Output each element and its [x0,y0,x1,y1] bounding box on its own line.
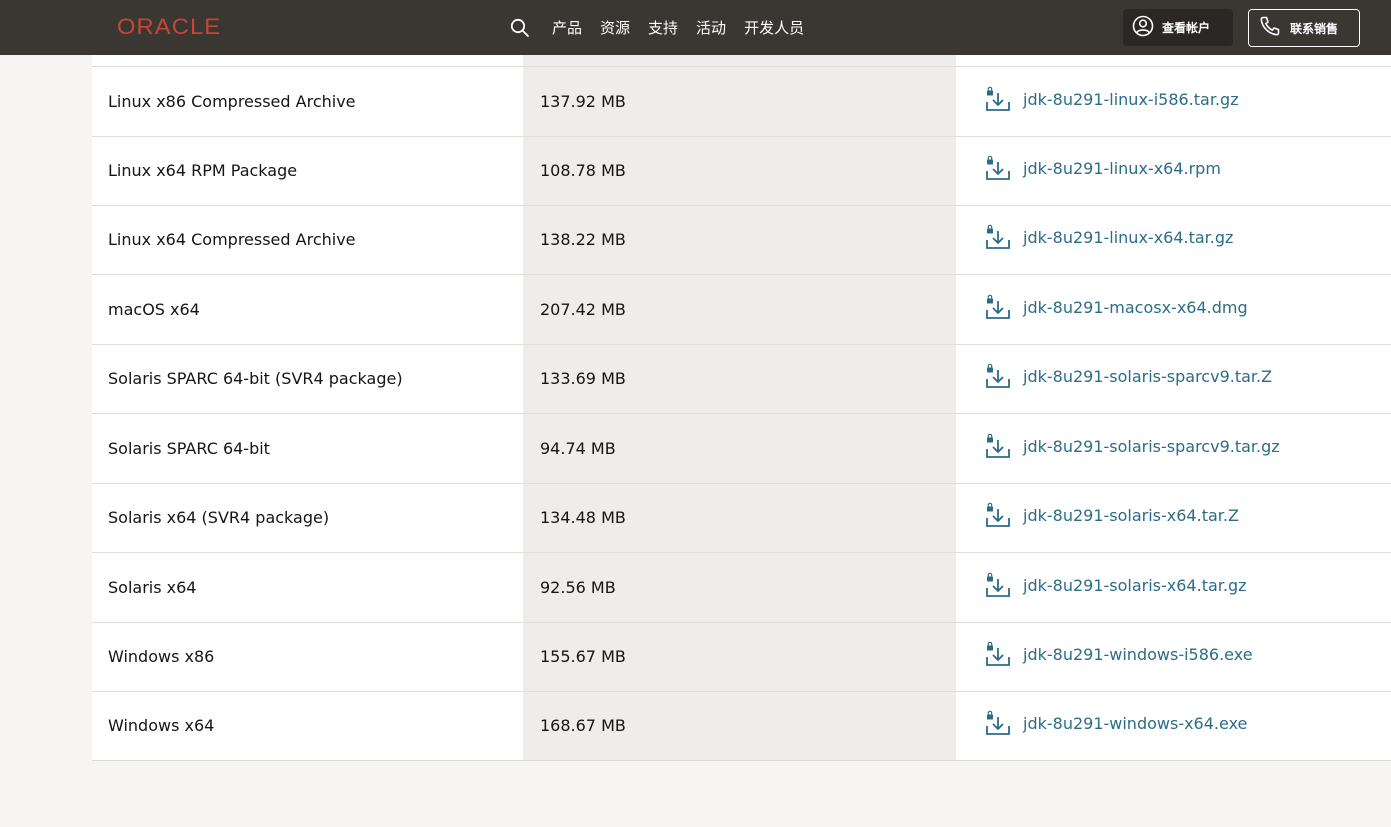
lock-download-icon [986,641,1010,666]
table-row: Solaris x64 (SVR4 package) 134.48 MB jdk… [92,483,1391,553]
download-file-name[interactable]: jdk-8u291-solaris-x64.tar.Z [1023,506,1239,525]
download-link[interactable]: jdk-8u291-linux-x64.tar.gz [984,205,1233,274]
download-link[interactable]: jdk-8u291-macosx-x64.dmg [984,275,1248,344]
product-name: Solaris x64 [108,578,197,597]
product-name: Linux x64 RPM Package [108,161,298,180]
download-link[interactable]: jdk-8u291-solaris-sparcv9.tar.gz [984,414,1280,483]
table-row: Windows x64 168.67 MB jdk-8u291-windows-… [92,691,1391,761]
lock-download-icon [986,710,1010,735]
table-row: Linux x64 RPM Package 108.78 MB jdk-8u29… [92,136,1391,206]
table-row: Linux x86 Compressed Archive 137.92 MB j… [92,67,1391,137]
contact-sales-label: 联系销售 [1290,21,1339,36]
download-link[interactable]: jdk-8u291-solaris-x64.tar.gz [984,553,1247,622]
lock-download-icon [986,224,1010,249]
product-name: Windows x86 [108,647,215,666]
nav-item-developers[interactable]: 开发人员 [744,17,804,38]
download-file-name[interactable]: jdk-8u291-windows-i586.exe [1023,645,1253,664]
file-size: 133.69 MB [540,369,626,388]
phone-icon [1258,14,1282,42]
main-nav: 产品 资源 支持 活动 开发人员 [510,0,822,55]
file-size: 155.67 MB [540,647,626,666]
table-row: Solaris x64 92.56 MB jdk-8u291-solaris-x… [92,553,1391,623]
nav-item-products[interactable]: 产品 [552,17,582,38]
download-link[interactable]: jdk-8u291-solaris-sparcv9.tar.Z [984,344,1272,413]
file-size: 137.92 MB [540,92,626,111]
file-size: 92.56 MB [540,578,616,597]
lock-download-icon [986,502,1010,527]
lock-download-icon [986,572,1010,597]
view-account-label: 查看帐户 [1162,21,1211,35]
table-row: Windows x86 155.67 MB jdk-8u291-windows-… [92,622,1391,692]
file-size: 94.74 MB [540,439,616,458]
product-name: Solaris x64 (SVR4 package) [108,508,330,527]
lock-download-icon [986,294,1010,319]
lock-download-icon [986,86,1010,111]
download-file-name[interactable]: jdk-8u291-linux-x64.tar.gz [1023,228,1233,247]
file-size: 108.78 MB [540,161,626,180]
nav-item-support[interactable]: 支持 [648,17,678,38]
user-circle-icon [1132,15,1154,41]
oracle-logo[interactable]: ORACLE [117,15,221,39]
lock-download-icon [986,433,1010,458]
download-file-name[interactable]: jdk-8u291-macosx-x64.dmg [1023,298,1248,317]
download-link[interactable]: jdk-8u291-windows-i586.exe [984,622,1253,691]
file-size: 134.48 MB [540,508,626,527]
contact-sales-button[interactable]: 联系销售 [1248,9,1360,47]
view-account-button[interactable]: 查看帐户 [1123,9,1233,46]
table-row: Linux x64 Compressed Archive 138.22 MB j… [92,205,1391,275]
file-size: 207.42 MB [540,300,626,319]
download-file-name[interactable]: jdk-8u291-solaris-x64.tar.gz [1023,576,1247,595]
product-name: Solaris SPARC 64-bit [108,439,270,458]
lock-download-icon [986,363,1010,388]
lock-download-icon [986,155,1010,180]
download-file-name[interactable]: jdk-8u291-solaris-sparcv9.tar.Z [1023,367,1272,386]
file-size: 168.67 MB [540,716,626,735]
file-size: 138.22 MB [540,230,626,249]
search-icon[interactable] [510,17,532,39]
product-name: Linux x64 Compressed Archive [108,230,356,249]
table-row: Solaris SPARC 64-bit 94.74 MB jdk-8u291-… [92,414,1391,484]
table-row: Solaris SPARC 64-bit (SVR4 package) 133.… [92,344,1391,414]
product-name: Linux x86 Compressed Archive [108,92,356,111]
download-link[interactable]: jdk-8u291-linux-i586.tar.gz [984,67,1239,136]
nav-item-events[interactable]: 活动 [696,17,726,38]
nav-item-resources[interactable]: 资源 [600,17,630,38]
top-navigation-bar: ORACLE 产品 资源 支持 活动 开发人员 查看帐户 联系销售 [0,0,1391,55]
download-link[interactable]: jdk-8u291-solaris-x64.tar.Z [984,483,1239,552]
download-file-name[interactable]: jdk-8u291-linux-x64.rpm [1023,159,1221,178]
download-table: Linux x86 Compressed Archive 137.92 MB j… [92,55,1391,761]
download-link[interactable]: jdk-8u291-windows-x64.exe [984,691,1247,760]
download-file-name[interactable]: jdk-8u291-solaris-sparcv9.tar.gz [1023,437,1280,456]
download-file-name[interactable]: jdk-8u291-windows-x64.exe [1023,714,1247,733]
product-name: macOS x64 [108,300,200,319]
product-name: Solaris SPARC 64-bit (SVR4 package) [108,369,403,388]
table-row: macOS x64 207.42 MB jdk-8u291-macosx-x64… [92,275,1391,345]
download-link[interactable]: jdk-8u291-linux-x64.rpm [984,136,1221,205]
download-file-name[interactable]: jdk-8u291-linux-i586.tar.gz [1023,90,1239,109]
product-name: Windows x64 [108,716,215,735]
